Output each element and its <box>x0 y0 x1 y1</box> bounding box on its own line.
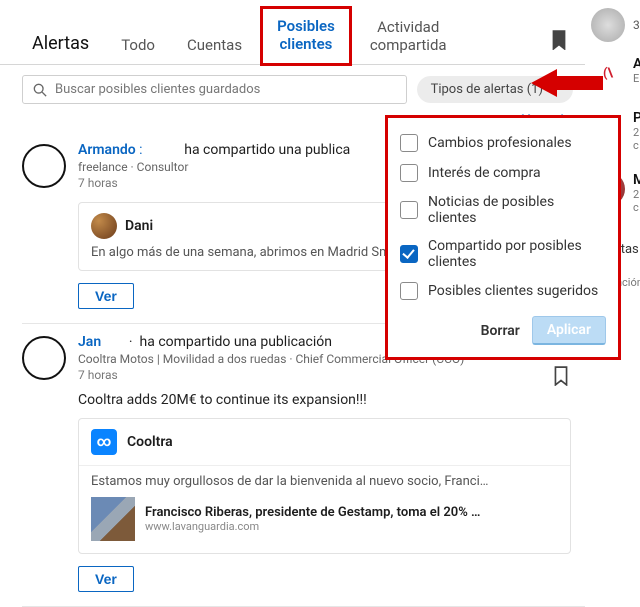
side-top-text: 30 <box>633 18 640 32</box>
alert-type-dropdown: Cambios profesionales Interés de compra No… <box>385 115 621 360</box>
option-label: Interés de compra <box>428 165 541 181</box>
apply-button[interactable]: Aplicar <box>532 316 606 345</box>
filter-bar: Buscar posibles clientes guardados Tipos… <box>0 65 585 112</box>
search-placeholder: Buscar posibles clientes guardados <box>55 82 260 97</box>
side-item-sub: 2 c <box>633 126 640 152</box>
search-input[interactable]: Buscar posibles clientes guardados <box>22 75 407 104</box>
view-button[interactable]: Ver <box>78 283 134 309</box>
link-title: Cooltra <box>127 434 173 450</box>
side-item-name: P <box>633 110 640 126</box>
filter-option[interactable]: Noticias de posibles clientes <box>400 188 606 232</box>
option-label: Compartido por posibles clientes <box>428 238 606 270</box>
link-preview[interactable]: ∞ Cooltra Estamos muy orgullosos de dar … <box>78 418 571 554</box>
timestamp: 7 horas <box>78 368 571 382</box>
link-subtitle: Estamos muy orgullosos de dar la bienven… <box>79 466 570 489</box>
link-icon: ∞ <box>91 429 117 455</box>
option-label: Noticias de posibles clientes <box>428 194 606 226</box>
tab-leads-l2: clientes <box>279 35 332 53</box>
side-item-name: A <box>633 56 640 72</box>
tab-activity[interactable]: Actividad compartida <box>356 10 461 64</box>
inner-domain: www.lavanguardia.com <box>145 520 558 533</box>
side-avatar <box>591 8 625 42</box>
checkbox[interactable] <box>400 134 418 152</box>
tab-all[interactable]: Todo <box>107 28 169 64</box>
view-button[interactable]: Ver <box>78 566 134 592</box>
checkbox[interactable] <box>400 245 418 263</box>
quote-name: Dani <box>125 218 153 234</box>
option-label: Posibles clientes sugeridos <box>428 283 598 299</box>
quote-avatar <box>91 213 117 239</box>
filter-option[interactable]: Compartido por posibles clientes <box>400 232 606 276</box>
annotation-arrow <box>531 65 603 105</box>
tab-leads-l1: Posibles <box>277 17 335 35</box>
inner-title: Francisco Riberas, presidente de Gestamp… <box>145 505 558 520</box>
checkbox[interactable] <box>400 282 418 300</box>
checkbox[interactable] <box>400 201 418 219</box>
action-text: ha compartido una publicación <box>140 334 332 350</box>
filter-option[interactable]: Cambios profesionales <box>400 128 606 158</box>
link-thumbnail <box>91 497 135 541</box>
tab-activity-l1: Actividad <box>377 18 439 36</box>
person-link[interactable]: Jan <box>78 334 101 350</box>
bookmark-icon <box>551 30 567 50</box>
avatar[interactable] <box>22 144 66 188</box>
search-icon <box>33 83 47 97</box>
feed-card: ··· Jan · ha compartido una publicación … <box>22 324 585 607</box>
filter-option[interactable]: Posibles clientes sugeridos <box>400 276 606 306</box>
pill-label: Tipos de alertas (1) <box>431 82 543 97</box>
avatar[interactable] <box>22 336 66 380</box>
side-item-sub: 2 c <box>633 188 640 214</box>
tabs-bar: Alertas Todo Cuentas Posibles clientes A… <box>0 0 585 65</box>
side-item-name: M <box>633 172 640 188</box>
tab-activity-l2: compartida <box>370 36 447 54</box>
post-text: Cooltra adds 20M€ to continue its expans… <box>78 392 571 408</box>
option-label: Cambios profesionales <box>428 135 572 151</box>
person-link[interactable]: Armando <box>78 142 136 158</box>
tab-leads[interactable]: Posibles clientes <box>260 6 352 66</box>
checkbox[interactable] <box>400 164 418 182</box>
clear-button[interactable]: Borrar <box>481 323 520 339</box>
colon: : <box>136 142 143 158</box>
action-text: ha compartido una publica <box>184 142 350 158</box>
bookmark-icon <box>553 366 569 386</box>
side-item-sub: En <box>633 72 640 85</box>
tab-accounts[interactable]: Cuentas <box>173 28 256 64</box>
filter-option[interactable]: Interés de compra <box>400 158 606 188</box>
save-post[interactable] <box>553 366 569 390</box>
side-top: 30 <box>591 8 640 42</box>
tab-bookmarks[interactable] <box>543 22 575 64</box>
tab-alerts[interactable]: Alertas <box>18 25 103 64</box>
